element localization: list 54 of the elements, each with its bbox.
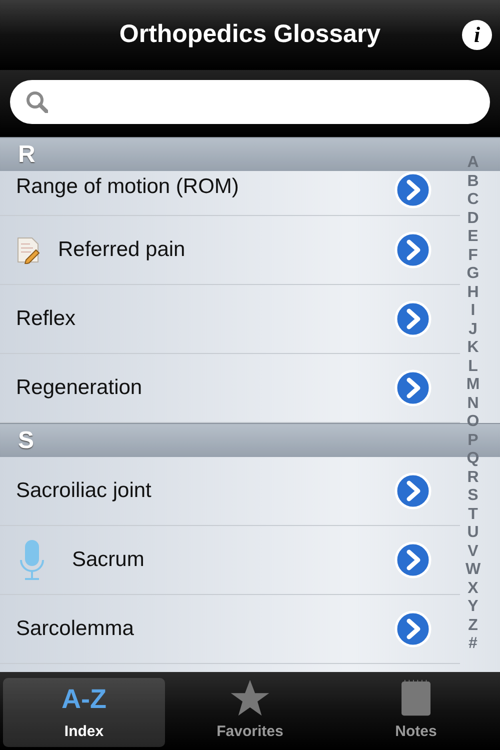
index-letter[interactable]: C xyxy=(460,191,486,210)
index-letter[interactable]: P xyxy=(460,432,486,450)
tab[interactable]: Favorites xyxy=(169,678,331,747)
tab[interactable]: Notes xyxy=(335,678,497,747)
index-letter[interactable]: Y xyxy=(460,598,486,616)
index-letter[interactable]: J xyxy=(460,320,486,339)
row-label: Referred pain xyxy=(58,237,186,264)
index-letter[interactable]: D xyxy=(460,210,486,228)
index-letter[interactable]: I xyxy=(460,302,486,320)
index-letter[interactable]: N xyxy=(460,394,486,413)
index-letter[interactable]: K xyxy=(460,339,486,358)
glossary-row[interactable]: Sacrum xyxy=(0,526,460,595)
screen-title: Orthopedics Glossary xyxy=(119,19,381,50)
row-label: Range of motion (ROM) xyxy=(16,174,240,200)
index-letter[interactable]: X xyxy=(460,580,486,598)
row-label: Sarcolemma xyxy=(16,616,135,642)
index-letter[interactable]: Z xyxy=(460,616,486,635)
index-letter[interactable]: V xyxy=(460,542,486,561)
index-letter[interactable]: L xyxy=(460,358,486,376)
tab[interactable]: A-Z Index xyxy=(3,678,165,747)
index-letter[interactable]: M xyxy=(460,376,486,394)
index-letter[interactable]: W xyxy=(460,561,486,580)
az-icon: A-Z xyxy=(62,686,106,712)
row-label: Sacrum xyxy=(72,547,146,574)
disclosure-button[interactable] xyxy=(394,369,432,407)
disclosure-button[interactable] xyxy=(394,610,432,648)
index-letter[interactable]: U xyxy=(460,524,486,542)
row-label: Reflex xyxy=(16,306,77,332)
glossary-row[interactable]: Sacroiliac joint xyxy=(0,457,460,526)
row-label: Regeneration xyxy=(16,375,144,402)
index-letter[interactable]: B xyxy=(460,172,486,191)
glossary-row[interactable]: Range of motion (ROM) xyxy=(0,171,460,216)
disclosure-button[interactable] xyxy=(394,472,432,510)
info-button[interactable]: i xyxy=(462,20,492,50)
note-icon xyxy=(16,236,42,264)
search-icon xyxy=(26,91,48,113)
disclosure-button[interactable] xyxy=(394,171,432,209)
index-letter[interactable]: # xyxy=(460,635,486,654)
row-label: Sacroiliac joint xyxy=(16,478,152,504)
index-letter[interactable]: E xyxy=(460,228,486,246)
index-letter[interactable]: F xyxy=(460,246,486,265)
search-field[interactable] xyxy=(10,80,490,124)
glossary-row[interactable]: Reflex xyxy=(0,285,460,354)
disclosure-button[interactable] xyxy=(394,541,432,579)
index-letter[interactable]: T xyxy=(460,506,486,524)
index-letter[interactable]: R xyxy=(460,468,486,487)
disclosure-button[interactable] xyxy=(394,300,432,338)
index-letter[interactable]: G xyxy=(460,265,486,284)
glossary-row[interactable]: Sarcolemma xyxy=(0,595,460,664)
index-letter[interactable]: H xyxy=(460,284,486,302)
index-letter[interactable]: A xyxy=(460,154,486,172)
index-letter[interactable]: S xyxy=(460,487,486,506)
glossary-row[interactable]: Referred pain xyxy=(0,216,460,285)
disclosure-button[interactable] xyxy=(394,231,432,269)
